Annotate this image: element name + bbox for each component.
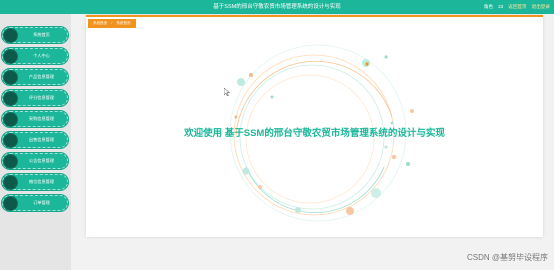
back-home-link[interactable]: 返回首页 — [508, 0, 526, 14]
welcome-heading: 欢迎使用 基于SSM的邢台守敬农贸市场管理系统的设计与实现 — [184, 128, 445, 139]
mouse-cursor-icon — [224, 88, 230, 96]
menu-dot-icon — [3, 27, 18, 43]
sidebar-item-notices[interactable]: 公告信息管理 — [2, 153, 68, 169]
menu-dot-icon — [3, 48, 18, 64]
sidebar-item-label: 摊位信息管理 — [28, 179, 55, 184]
user-bar: 角色 23 返回首页 退出登录 — [484, 0, 550, 14]
main-panel: 系统首页 / 系统首页 欢迎使用 基于SSM的邢台守敬农贸市场管理系统的设计与实… — [86, 15, 543, 237]
logout-link[interactable]: 退出登录 — [532, 0, 550, 14]
sidebar-item-ratings[interactable]: 评分信息管理 — [2, 90, 68, 106]
username: 23 — [498, 4, 504, 9]
top-bar: 基于SSM的邢台守敬农贸市场管理系统的设计与实现 角色 23 返回首页 退出登录 — [0, 0, 554, 14]
sidebar-item-sales[interactable]: 出售信息管理 — [2, 132, 68, 148]
menu-dot-icon — [3, 69, 18, 85]
sidebar-item-label: 采购信息管理 — [28, 116, 55, 121]
app-title: 基于SSM的邢台守敬农贸市场管理系统的设计与实现 — [213, 4, 341, 10]
sidebar-item-stalls[interactable]: 摊位信息管理 — [2, 174, 68, 190]
sidebar: 系统首页 个人中心 产品信息管理 评分信息管理 采购信息管理 出售信息管理 公告… — [0, 14, 71, 270]
sidebar-item-label: 产品信息管理 — [28, 74, 55, 79]
menu-dot-icon — [3, 153, 18, 169]
role-label: 角色 — [483, 4, 494, 9]
menu-dot-icon — [3, 90, 18, 106]
sidebar-item-label: 公告信息管理 — [28, 158, 55, 163]
sidebar-menu: 系统首页 个人中心 产品信息管理 评分信息管理 采购信息管理 出售信息管理 公告… — [2, 27, 68, 216]
sidebar-item-home[interactable]: 系统首页 — [2, 27, 68, 43]
sidebar-item-products[interactable]: 产品信息管理 — [2, 69, 68, 85]
sidebar-item-label: 系统首页 — [33, 32, 50, 37]
menu-dot-icon — [3, 174, 18, 190]
sidebar-item-orders[interactable]: 订单管理 — [2, 195, 68, 211]
sidebar-item-purchases[interactable]: 采购信息管理 — [2, 111, 68, 127]
menu-dot-icon — [3, 111, 18, 127]
sidebar-item-label: 出售信息管理 — [28, 137, 55, 142]
menu-dot-icon — [3, 132, 18, 148]
menu-dot-icon — [3, 195, 18, 211]
watermark: CSDN @基努毕设程序 — [466, 253, 548, 262]
sidebar-item-profile[interactable]: 个人中心 — [2, 48, 68, 64]
sidebar-item-label: 个人中心 — [33, 53, 50, 58]
sidebar-item-label: 订单管理 — [33, 200, 50, 205]
sidebar-item-label: 评分信息管理 — [28, 95, 55, 100]
